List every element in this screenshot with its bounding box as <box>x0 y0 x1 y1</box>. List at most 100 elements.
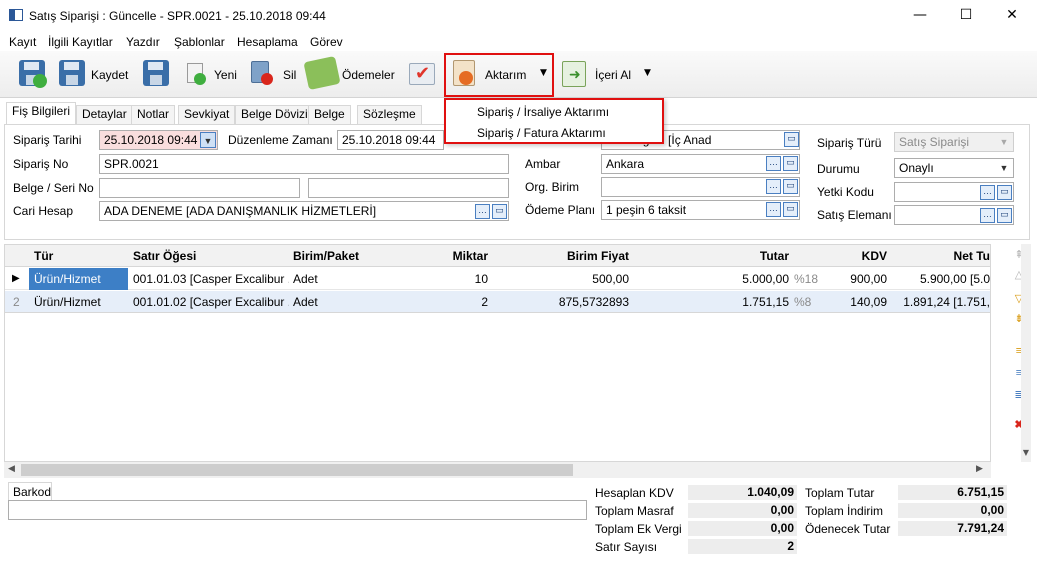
window-title: Satış Siparişi : Güncelle - SPR.0021 - 2… <box>29 9 326 23</box>
col-header-unit-price[interactable]: Birim Fiyat <box>495 245 629 267</box>
sales-rep-lookup-icon[interactable]: … <box>980 208 995 223</box>
account-input[interactable]: ADA DENEME [ADA DANIŞMANLIK HİZMETLERİ] <box>99 201 509 221</box>
col-header-qty[interactable]: Miktar <box>410 245 488 267</box>
chevron-down-icon[interactable]: ▼ <box>996 160 1012 176</box>
scroll-down-icon[interactable]: ▼ <box>1021 448 1031 457</box>
transfer-button[interactable]: Aktarım <box>485 68 526 82</box>
col-header-type[interactable]: Tür <box>34 245 53 267</box>
region-card-icon[interactable]: ▭ <box>784 132 799 147</box>
col-header-unit[interactable]: Birim/Paket <box>293 245 359 267</box>
cell-amount[interactable]: 5.000,00 <box>635 268 789 290</box>
menu-item-order-waybill-transfer[interactable]: Sipariş / İrsaliye Aktarımı <box>477 103 609 121</box>
cell-qty[interactable]: 2 <box>410 291 488 313</box>
menu-gorev[interactable]: Görev <box>310 35 343 49</box>
payments-button[interactable]: Ödemeler <box>342 68 395 82</box>
menu-kayit[interactable]: Kayıt <box>9 35 36 49</box>
auth-code-lookup-icon[interactable]: … <box>980 185 995 200</box>
cell-unit-price[interactable]: 875,5732893 <box>495 291 629 313</box>
cell-type[interactable]: Ürün/Hizmet <box>29 268 128 290</box>
serial-no-input[interactable] <box>308 178 509 198</box>
cell-net[interactable]: 1.891,24 [1.751, <box>893 291 990 313</box>
toolbar: Kaydet Yeni Sil Ödemeler ✔ Aktarım ▼ ➜ İ… <box>0 51 1037 98</box>
cell-vat-rate[interactable]: %18 <box>794 268 818 290</box>
row-count-value: 2 <box>688 539 797 554</box>
doc-no-input[interactable] <box>99 178 300 198</box>
order-date-input[interactable]: 25.10.2018 09:44 ▼ <box>99 130 218 150</box>
edit-time-input[interactable]: 25.10.2018 09:44 <box>337 130 444 150</box>
cell-vat-rate[interactable]: %8 <box>794 291 811 313</box>
sales-rep-input[interactable] <box>894 205 1014 225</box>
order-no-input[interactable]: SPR.0021 <box>99 154 509 174</box>
tab-belge-dovizi[interactable]: Belge Dövizi <box>235 105 314 124</box>
account-card-icon[interactable]: ▭ <box>492 204 507 219</box>
import-button[interactable]: İçeri Al <box>595 68 631 82</box>
col-header-vat[interactable]: KDV <box>795 245 887 267</box>
new-button[interactable]: Yeni <box>214 68 237 82</box>
status-select[interactable]: Onaylı ▼ <box>894 158 1014 178</box>
menu-item-order-invoice-transfer[interactable]: Sipariş / Fatura Aktarımı <box>477 124 606 142</box>
total-expense-value: 0,00 <box>688 503 797 518</box>
cell-type[interactable]: Ürün/Hizmet <box>34 291 101 313</box>
auth-code-input[interactable] <box>894 182 1014 202</box>
cell-unit[interactable]: Adet <box>293 291 318 313</box>
vertical-scrollbar[interactable] <box>1021 244 1031 462</box>
cell-vat[interactable]: 140,09 <box>825 291 887 313</box>
tab-barcode[interactable]: Barkod <box>8 482 52 500</box>
cell-amount[interactable]: 1.751,15 <box>635 291 789 313</box>
cell-item[interactable]: 001.01.02 [Casper Excalibur ... <box>133 291 289 313</box>
menu-hesaplama[interactable]: Hesaplama <box>237 35 298 49</box>
horizontal-scrollbar[interactable]: ◀ ▶ <box>4 462 991 478</box>
cell-unit[interactable]: Adet <box>293 268 318 290</box>
org-unit-card-icon[interactable]: ▭ <box>783 179 798 194</box>
order-date-label: Sipariş Tarihi <box>13 133 82 147</box>
tab-sozlesme[interactable]: Sözleşme <box>357 105 422 124</box>
payment-plan-card-icon[interactable]: ▭ <box>783 202 798 217</box>
row-number: 2 <box>13 295 20 309</box>
payment-plan-lookup-icon[interactable]: … <box>766 202 781 217</box>
auth-code-label: Yetki Kodu <box>817 185 874 199</box>
col-header-amount[interactable]: Tutar <box>635 245 789 267</box>
discount-label: Toplam İndirim <box>805 504 884 518</box>
save-copy-icon[interactable] <box>143 60 169 86</box>
cell-qty[interactable]: 10 <box>410 268 488 290</box>
scroll-left-icon[interactable]: ◀ <box>8 464 15 474</box>
import-dropdown-icon[interactable]: ▼ <box>644 68 651 78</box>
menu-yazdir[interactable]: Yazdır <box>126 35 160 49</box>
auth-code-card-icon[interactable]: ▭ <box>997 185 1012 200</box>
save-button[interactable]: Kaydet <box>91 68 128 82</box>
order-type-select[interactable]: Satış Siparişi ▼ <box>894 132 1014 152</box>
tab-fis-bilgileri[interactable]: Fiş Bilgileri <box>6 102 77 124</box>
transfer-dropdown-icon[interactable]: ▼ <box>540 68 547 78</box>
org-unit-lookup-icon[interactable]: … <box>766 179 781 194</box>
minimize-button[interactable]: — <box>897 0 943 31</box>
doc-serial-label: Belge / Seri No <box>13 181 94 195</box>
cell-item[interactable]: 001.01.03 [Casper Excalibur ... <box>133 268 289 290</box>
window-icon <box>9 9 23 21</box>
chevron-down-icon[interactable]: ▼ <box>200 132 216 148</box>
tab-belge[interactable]: Belge <box>308 105 351 124</box>
tab-detaylar[interactable]: Detaylar <box>76 105 133 124</box>
col-header-item[interactable]: Satır Öğesi <box>133 245 196 267</box>
sales-rep-card-icon[interactable]: ▭ <box>997 208 1012 223</box>
tab-sevkiyat[interactable]: Sevkiyat <box>178 105 236 124</box>
warehouse-lookup-icon[interactable]: … <box>766 156 781 171</box>
col-header-net[interactable]: Net Tu <box>893 245 990 267</box>
delete-button[interactable]: Sil <box>283 68 296 82</box>
cell-unit-price[interactable]: 500,00 <box>495 268 629 290</box>
cell-net[interactable]: 5.900,00 [5.0 <box>893 268 990 290</box>
close-button[interactable]: ✕ <box>989 0 1035 31</box>
warehouse-card-icon[interactable]: ▭ <box>783 156 798 171</box>
save-icon[interactable] <box>59 60 85 86</box>
payable-value: 7.791,24 <box>898 521 1007 536</box>
cell-vat[interactable]: 900,00 <box>825 268 887 290</box>
menu-ilgili-kayitlar[interactable]: İlgili Kayıtlar <box>48 35 113 49</box>
maximize-button[interactable]: ☐ <box>943 0 989 31</box>
scroll-thumb[interactable] <box>21 464 573 476</box>
barcode-input[interactable] <box>8 500 587 520</box>
menu-sablonlar[interactable]: Şablonlar <box>174 35 225 49</box>
transfer-dropdown-menu: Sipariş / İrsaliye Aktarımı Sipariş / Fa… <box>444 98 664 144</box>
tab-notlar[interactable]: Notlar <box>131 105 176 124</box>
scroll-right-icon[interactable]: ▶ <box>976 464 983 474</box>
payments-icon[interactable] <box>303 55 341 91</box>
account-lookup-icon[interactable]: … <box>475 204 490 219</box>
